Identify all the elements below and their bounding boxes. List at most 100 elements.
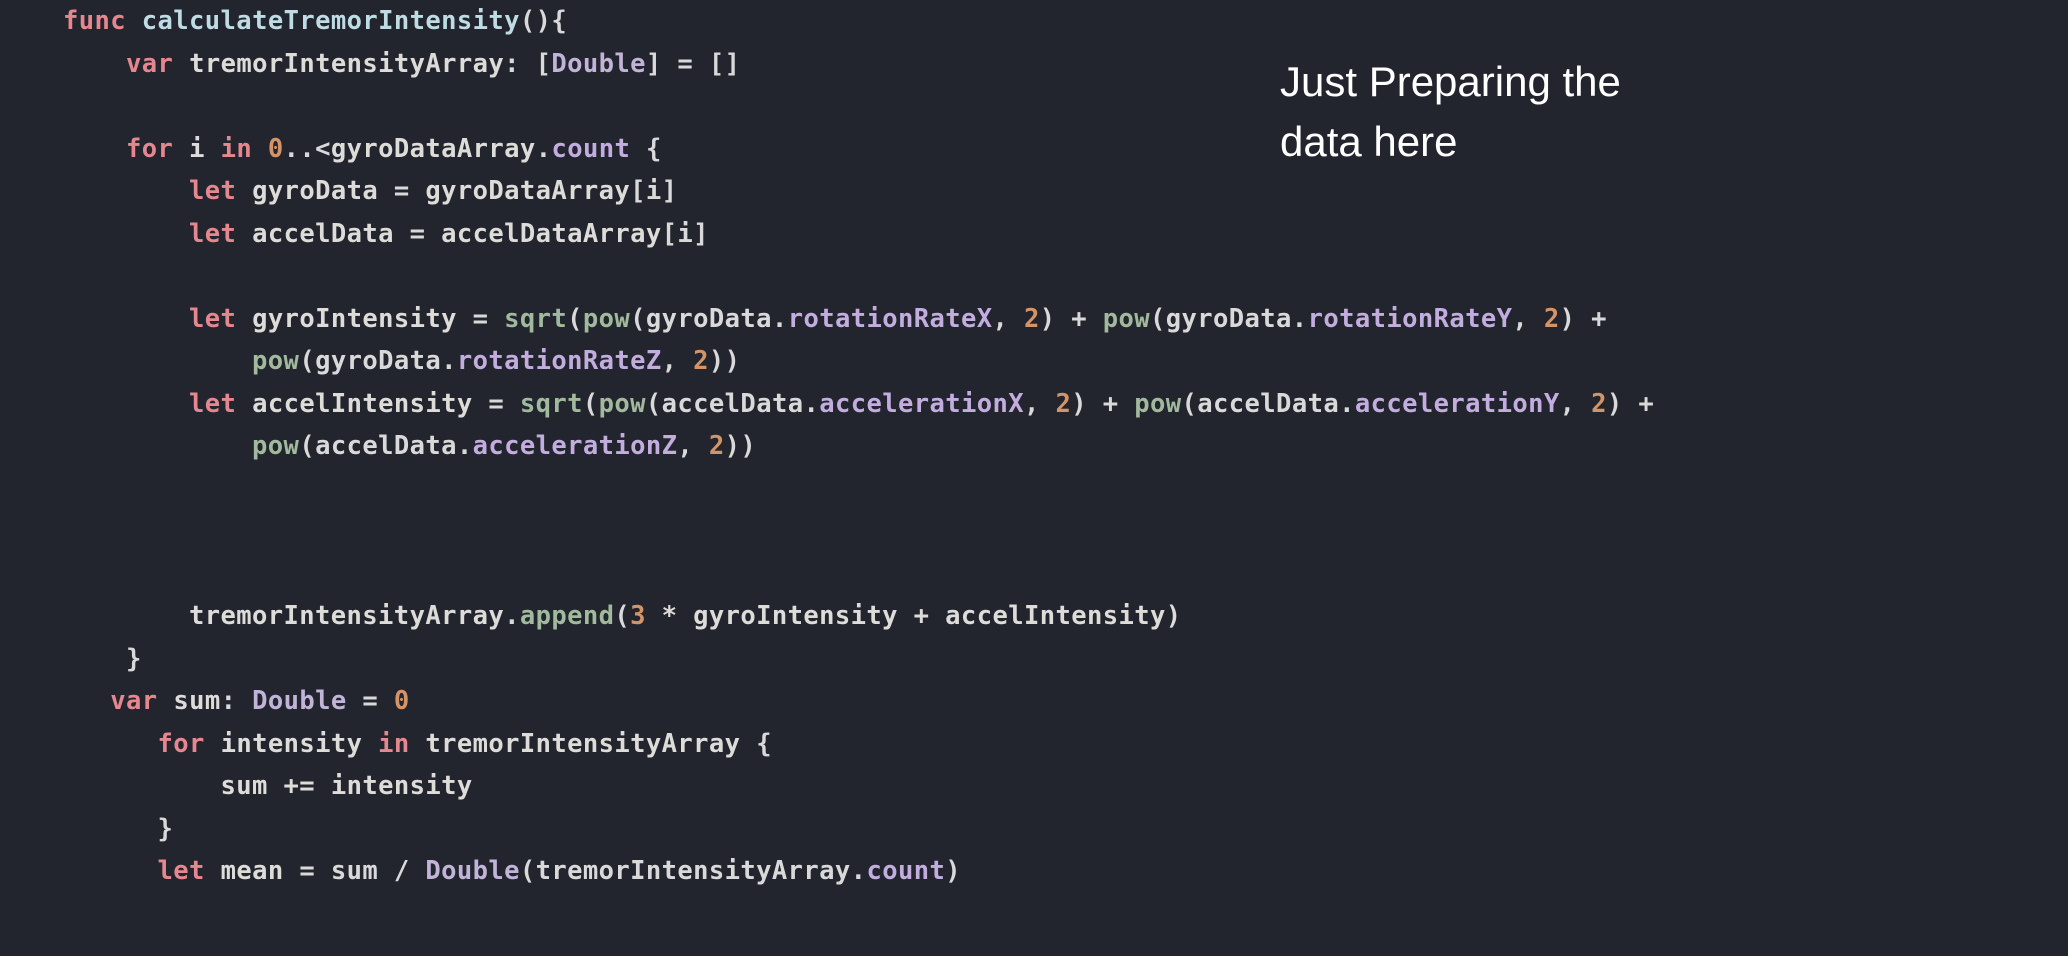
expr: sum += intensity — [221, 771, 473, 801]
number-literal: 2 — [1591, 389, 1607, 419]
space — [740, 729, 756, 759]
punct: ] = [] — [646, 49, 741, 79]
annotation-text: Just Preparing the data here — [1280, 52, 1621, 172]
indent — [0, 176, 189, 206]
identifier: sum — [173, 686, 220, 716]
number-literal: 0 — [394, 686, 410, 716]
punct: (accelData. — [646, 389, 819, 419]
indent — [0, 431, 252, 461]
equals: = — [473, 389, 520, 419]
identifier: mean — [221, 856, 284, 886]
punct: ) + — [1560, 304, 1623, 334]
indent — [0, 346, 252, 376]
comma: , — [662, 346, 694, 376]
keyword-let: let — [189, 176, 236, 206]
comma: , — [677, 431, 709, 461]
number-literal: 2 — [1056, 389, 1072, 419]
equals: = — [394, 219, 441, 249]
brace-close: } — [158, 814, 174, 844]
comma: , — [1024, 389, 1056, 419]
punct: (gyroData. — [630, 304, 788, 334]
type-name: Double — [425, 856, 520, 886]
equals: = — [457, 304, 504, 334]
number-literal: 2 — [709, 431, 725, 461]
brace-open: { — [551, 6, 567, 36]
property: rotationRateZ — [457, 346, 662, 376]
identifier: accelDataArray — [441, 219, 662, 249]
number-literal: 2 — [693, 346, 709, 376]
annotation-line-1: Just Preparing the — [1280, 58, 1621, 105]
indent — [0, 644, 126, 674]
type-name: Double — [252, 686, 347, 716]
space — [410, 729, 426, 759]
code-line — [0, 6, 63, 36]
indent — [0, 771, 221, 801]
identifier: gyroDataArray — [331, 134, 536, 164]
keyword-in: in — [378, 729, 410, 759]
property: rotationRateX — [788, 304, 993, 334]
type-name: Double — [551, 49, 646, 79]
keyword-for: for — [126, 134, 173, 164]
identifier: accelData — [252, 219, 394, 249]
keyword-let: let — [158, 856, 205, 886]
keyword-var: var — [110, 686, 157, 716]
punct: (accelData. — [299, 431, 472, 461]
space — [236, 389, 252, 419]
brace-open: { — [646, 134, 662, 164]
identifier: gyroData — [252, 176, 378, 206]
keyword-for: for — [158, 729, 205, 759]
indent — [0, 601, 189, 631]
keyword-in: in — [221, 134, 253, 164]
indent — [0, 219, 189, 249]
call: pow — [252, 431, 299, 461]
indent — [0, 856, 158, 886]
colon: : — [221, 686, 253, 716]
paren: ( — [614, 601, 630, 631]
punct: ) + — [1071, 389, 1134, 419]
dot: . — [536, 134, 552, 164]
identifier: accelIntensity — [252, 389, 473, 419]
indent — [0, 49, 126, 79]
keyword-let: let — [189, 304, 236, 334]
equals: = — [378, 176, 425, 206]
property: accelerationX — [819, 389, 1024, 419]
identifier: tremorIntensityArray — [189, 49, 504, 79]
property: accelerationZ — [473, 431, 678, 461]
punct: (tremorIntensityArray. — [520, 856, 867, 886]
space — [173, 49, 189, 79]
punct: ) + — [1607, 389, 1670, 419]
property: rotationRateY — [1308, 304, 1513, 334]
space — [252, 134, 268, 164]
number-literal: 0 — [268, 134, 284, 164]
brace-open: { — [756, 729, 772, 759]
punct: )) — [709, 346, 741, 376]
identifier: gyroDataArray — [425, 176, 630, 206]
indent — [0, 134, 126, 164]
function-name: calculateTremorIntensity — [142, 6, 520, 36]
number-literal: 2 — [1024, 304, 1040, 334]
call: pow — [599, 389, 646, 419]
property: count — [551, 134, 630, 164]
indent — [0, 814, 158, 844]
indent — [0, 304, 189, 334]
punct: (gyroData. — [1150, 304, 1308, 334]
identifier: intensity — [221, 729, 363, 759]
call: pow — [252, 346, 299, 376]
identifier: tremorIntensityArray — [425, 729, 740, 759]
space — [236, 176, 252, 206]
indent — [0, 729, 158, 759]
expr: * gyroIntensity + accelIntensity) — [646, 601, 1182, 631]
number-literal: 3 — [630, 601, 646, 631]
space — [158, 686, 174, 716]
keyword-func: func — [63, 6, 126, 36]
call: append — [520, 601, 615, 631]
punct: (gyroData. — [299, 346, 457, 376]
dot: . — [504, 601, 520, 631]
annotation-line-2: data here — [1280, 118, 1457, 165]
space — [173, 134, 189, 164]
subscript: [i] — [630, 176, 677, 206]
subscript: [i] — [662, 219, 709, 249]
punct: : [ — [504, 49, 551, 79]
equals: = — [347, 686, 394, 716]
call: sqrt — [520, 389, 583, 419]
